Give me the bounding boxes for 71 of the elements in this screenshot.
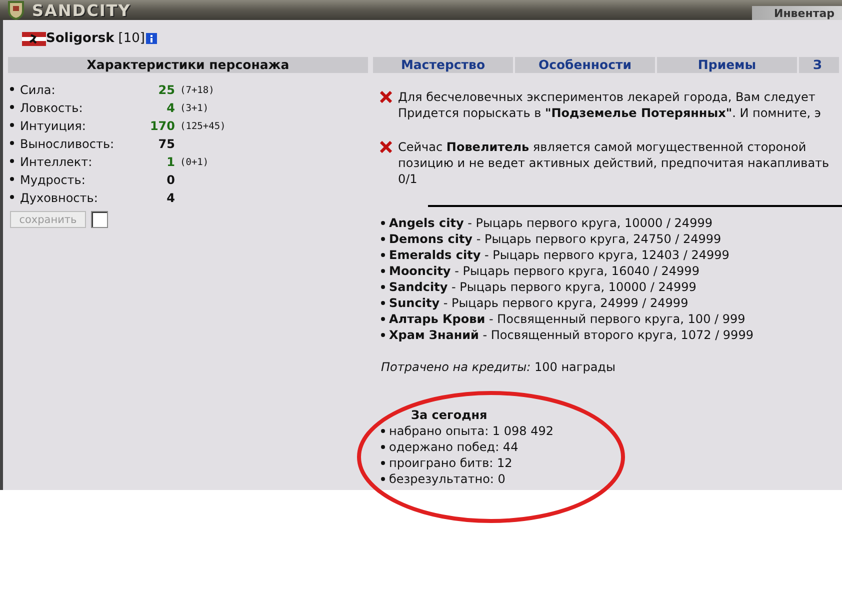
today-stat: набрано опыта: 1 098 492 [381,423,842,439]
bullet-icon [381,253,385,258]
bullet-icon [381,285,385,290]
bullet-icon [10,105,14,110]
panel-title: Характеристики персонажа [8,57,368,73]
spent-text: Потрачено на кредиты: 100 награды [380,359,616,375]
stat-label: Ловкость: [20,101,84,115]
stat-label: Мудрость: [20,173,86,187]
bullet-icon [381,317,385,322]
checkbox[interactable] [91,211,108,228]
bullet-icon [10,195,14,200]
bullet-icon [381,221,385,226]
stat-bonus: (3+1) [180,102,209,114]
bullet-icon [381,477,385,482]
bullet-icon [10,123,14,128]
shield-icon [6,0,26,20]
tab[interactable]: Мастерство [373,57,513,73]
flag-icon [22,32,46,46]
tab[interactable]: З [799,57,839,73]
bullet-icon [381,445,385,450]
bullet-icon [381,429,385,434]
character-level: [10] [118,31,145,46]
bullet-icon [10,177,14,182]
today-stat: одержано побед: 44 [381,439,842,455]
bullet-icon [381,237,385,242]
message-text: Сейчас Повелитель является самой могущественной стороной [398,139,808,155]
tab[interactable]: Особенности [515,57,655,73]
stat-label: Выносливость: [20,137,116,151]
bullet-icon [381,301,385,306]
tab[interactable]: Приемы [657,57,797,73]
stat-label: Сила: [20,83,56,97]
stat-value: 1 [166,155,175,169]
bullet-icon [381,461,385,466]
message-text: 0/1 [398,171,418,187]
today-stat: проиграно битв: 12 [381,455,842,471]
stat-bonus: (125+45) [180,120,226,132]
message-text: позицию и не ведет активных действий, предпочитая накапливать [398,155,830,171]
info-icon[interactable] [146,33,157,44]
message-text: Для бесчеловечных экспериментов лекарей города, Вам следует [398,89,816,105]
reputation-item: Suncity - Рыцарь первого круга, 24999 / 24999 [381,295,842,311]
bullet-icon [10,141,14,146]
cross-icon [380,141,392,153]
today-title: За сегодня [410,407,488,423]
reputation-item: Sandcity - Рыцарь первого круга, 10000 / 24999 [381,279,842,295]
today-stat: безрезультатно: 0 [381,471,842,487]
stat-value: 0 [166,173,175,187]
stat-value: 4 [166,101,175,115]
stat-label: Интуиция: [20,119,87,133]
bullet-icon [381,269,385,274]
character-name[interactable]: Soligorsk [46,31,114,46]
site-logo[interactable]: SANDCITY [32,0,131,20]
stat-label: Духовность: [20,191,99,205]
stat-bonus: (7+18) [180,84,214,96]
stat-label: Интеллект: [20,155,94,169]
stat-value: 170 [148,119,175,133]
bullet-icon [10,87,14,92]
reputation-item: Angels city - Рыцарь первого круга, 10000 / 24999 [381,215,842,231]
reputation-item: Алтарь Крови - Посвященный первого круга, 100 / 999 [381,311,842,327]
reputation-item: Emeralds city - Рыцарь первого круга, 12403 / 24999 [381,247,842,263]
cross-icon [380,91,392,103]
reputation-item: Demons city - Рыцарь первого круга, 24750 / 24999 [381,231,842,247]
reputation-item: Храм Знаний - Посвященный второго круга, 1072 / 9999 [381,327,842,343]
stat-value: 25 [157,83,175,97]
stat-bonus: (0+1) [180,156,209,168]
message-text: Придется порыскать в "Подземелье Потерянных". И помните, э [398,105,821,121]
stat-value: 4 [166,191,175,205]
reputation-item: Mooncity - Рыцарь первого круга, 16040 / 24999 [381,263,842,279]
bullet-icon [10,159,14,164]
inventory-button[interactable]: Инвентар [752,6,842,20]
bullet-icon [381,333,385,338]
stat-value: 75 [157,137,175,151]
